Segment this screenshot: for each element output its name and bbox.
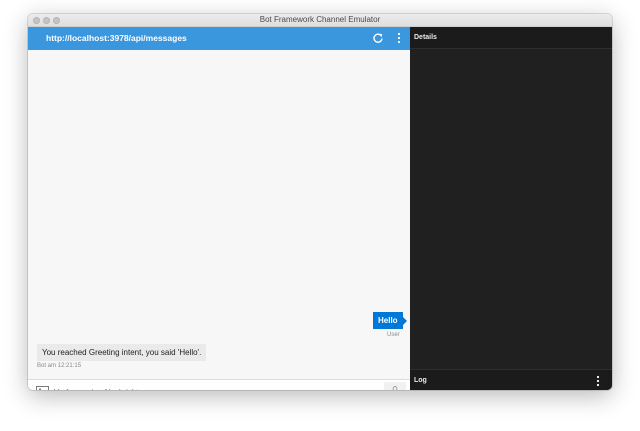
log-header: Log xyxy=(410,369,612,390)
more-vertical-icon[interactable] xyxy=(395,31,403,45)
chat-panel: http://localhost:3978/api/messages Hello… xyxy=(28,27,410,390)
window-title: Bot Framework Channel Emulator xyxy=(259,15,381,24)
log-more-vertical-icon[interactable] xyxy=(594,374,602,388)
refresh-icon[interactable] xyxy=(372,32,384,44)
user-message-bubble[interactable]: Hello xyxy=(373,312,407,329)
details-panel: Details Log xyxy=(410,27,612,390)
endpoint-url[interactable]: http://localhost:3978/api/messages xyxy=(46,33,187,43)
title-bar: Bot Framework Channel Emulator xyxy=(28,14,612,27)
image-upload-icon[interactable] xyxy=(36,386,49,390)
message-composer xyxy=(28,379,410,390)
address-bar: http://localhost:3978/api/messages xyxy=(28,27,410,50)
bot-message-bubble[interactable]: You reached Greeting intent, you said 'H… xyxy=(37,344,207,361)
microphone-icon xyxy=(392,386,398,390)
emulator-window: Bot Framework Channel Emulator http://lo… xyxy=(28,14,612,390)
details-header: Details xyxy=(410,27,612,49)
log-title: Log xyxy=(414,377,427,384)
bot-message-meta: Bot am 12:21:15 xyxy=(37,363,82,369)
message-input[interactable] xyxy=(54,383,384,390)
details-title: Details xyxy=(414,34,437,41)
user-message-meta: User xyxy=(387,332,400,338)
microphone-button[interactable] xyxy=(384,382,406,390)
